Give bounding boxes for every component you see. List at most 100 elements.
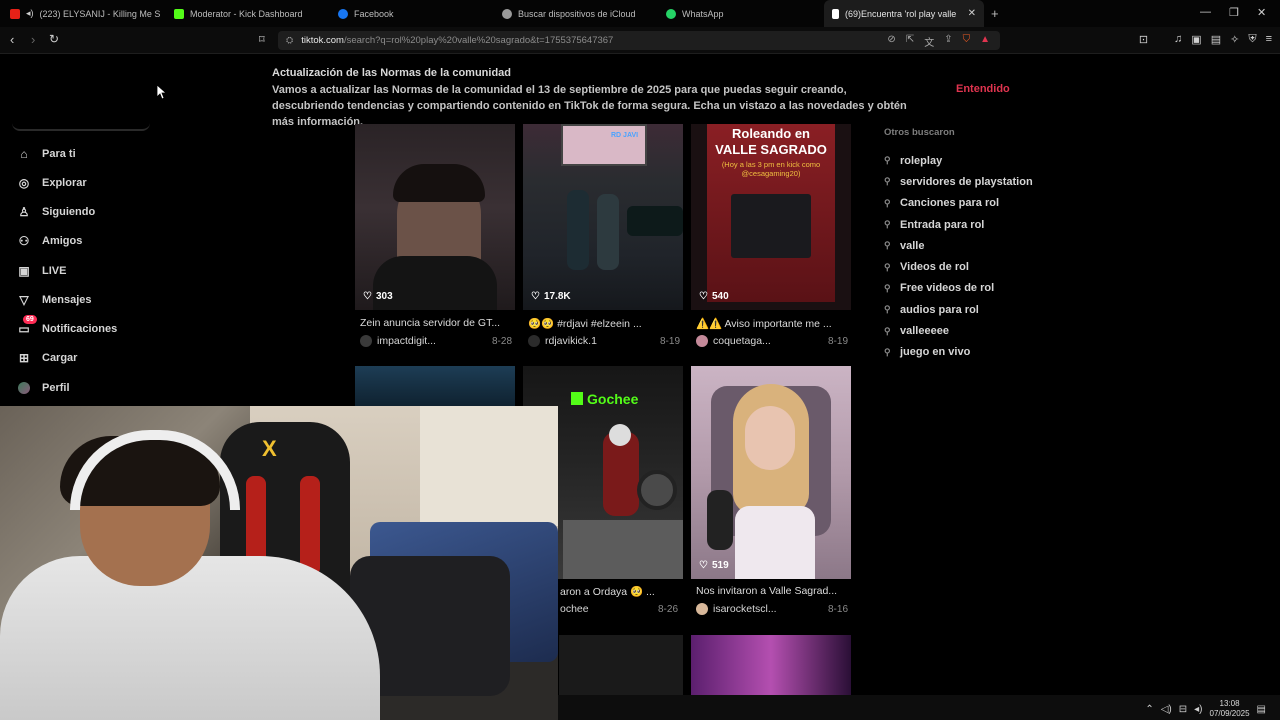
sidebar-item-explorar[interactable]: ◎ Explorar	[16, 175, 87, 191]
taskbar-clock[interactable]: 13:08 07/09/2025	[1210, 699, 1250, 719]
maximize-icon[interactable]: ❐	[1229, 6, 1239, 19]
author-name[interactable]: ochee	[560, 603, 589, 615]
open-external-icon[interactable]: ⇱	[906, 34, 914, 49]
video-title[interactable]: Zein anuncia servidor de GT...	[360, 317, 510, 329]
sidebar-item-cargar[interactable]: ⊞ Cargar	[16, 350, 78, 366]
sidebar-item-live[interactable]: ▣ LIVE	[16, 263, 66, 279]
video-thumbnail[interactable]: ♡ 303	[355, 124, 515, 310]
sidebar-item-mensajes[interactable]: ▽ Mensajes	[16, 292, 91, 308]
notifications-center-icon[interactable]: ▤	[1257, 704, 1266, 715]
suggestion-item[interactable]: ⚲ valle	[884, 235, 1033, 256]
site-info-icon[interactable]: ⛭	[286, 35, 293, 46]
video-card[interactable]: ♡ 519 Nos invitaron a Valle Sagrad... isa…	[691, 366, 851, 622]
bookmark-icon[interactable]: ⌑	[259, 33, 265, 46]
author-name[interactable]: impactdigit...	[377, 335, 436, 347]
kick-icon	[174, 8, 184, 19]
sidebar-search-input[interactable]	[12, 115, 150, 131]
suggestion-item[interactable]: ⚲ Entrada para rol	[884, 214, 1033, 235]
close-tab-icon[interactable]: ✕	[968, 8, 984, 19]
avatar[interactable]	[528, 335, 540, 347]
video-thumbnail[interactable]: RD JAVI ♡ 17.8K	[523, 124, 683, 310]
ground	[563, 520, 683, 579]
tab-kick-dashboard[interactable]: Moderator - Kick Dashboard	[174, 0, 324, 27]
media-icon[interactable]: ♫	[1174, 33, 1182, 46]
video-card[interactable]: RD JAVI ♡ 17.8K 🥺🥺 #rdjavi #elzeein ... r…	[523, 124, 683, 350]
author-name[interactable]: isarocketscl...	[713, 603, 777, 615]
screenshot-icon[interactable]: ⊡	[1139, 33, 1148, 46]
video-title[interactable]: Nos invitaron a Valle Sagrad...	[696, 585, 846, 597]
tray-expand-icon[interactable]: ⌃	[1145, 704, 1153, 715]
tab-label: Moderator - Kick Dashboard	[190, 8, 303, 19]
suggestion-label: Videos de rol	[900, 261, 969, 274]
suggestion-item[interactable]: ⚲ servidores de playstation	[884, 171, 1033, 192]
brave-shield-icon[interactable]: ⛉	[963, 34, 971, 49]
back-icon[interactable]: ‹	[10, 32, 14, 47]
tab-icloud[interactable]: Buscar dispositivos de iCloud	[502, 0, 652, 27]
new-tab-icon[interactable]: +	[991, 6, 999, 21]
share-icon[interactable]: ⇪	[944, 34, 952, 49]
network-icon[interactable]: ⊟	[1179, 704, 1187, 715]
suggestion-item[interactable]: ⚲ Canciones para rol	[884, 193, 1033, 214]
video-thumbnail[interactable]	[559, 635, 683, 695]
video-title[interactable]: aron a Ordaya 🥺 ...	[560, 585, 683, 598]
avatar[interactable]	[696, 335, 708, 347]
volume-icon[interactable]: ◂)	[1194, 704, 1202, 715]
video-card[interactable]	[691, 635, 851, 695]
video-thumbnail[interactable]: ♡ 519	[691, 366, 851, 579]
minimize-icon[interactable]: —	[1200, 6, 1211, 18]
home-icon: ⌂	[20, 147, 28, 161]
suggestion-item[interactable]: ⚲ valleeeee	[884, 320, 1033, 341]
suggestion-item[interactable]: ⚲ Videos de rol	[884, 256, 1033, 277]
menu-icon[interactable]: ≡	[1266, 33, 1272, 46]
video-card[interactable]: Roleando en VALLE SAGRADO (Hoy a las 3 p…	[691, 124, 851, 350]
video-thumbnail[interactable]	[691, 635, 851, 695]
video-title[interactable]: 🥺🥺 #rdjavi #elzeein ...	[528, 317, 678, 330]
sidebar-item-siguiendo[interactable]: ♙ Siguiendo	[16, 204, 96, 220]
video-thumbnail[interactable]: Roleando en VALLE SAGRADO (Hoy a las 3 p…	[691, 124, 851, 310]
upload-icon: ⊞	[18, 351, 30, 365]
wallet-icon[interactable]: ▤	[1211, 33, 1221, 46]
suggestion-label: roleplay	[900, 154, 943, 167]
post-date: 8-19	[827, 335, 848, 347]
suggestion-item[interactable]: ⚲ audios para rol	[884, 299, 1033, 320]
tab-youtube[interactable]: ◂) (223) ELYSANIJ - Killing Me Softly	[10, 0, 160, 27]
tiktok-icon	[832, 8, 839, 19]
tab-tiktok-active[interactable]: (69)Encuentra 'rol play valle sagrado' ✕	[824, 0, 984, 27]
no-tracking-icon[interactable]: ⊘	[887, 34, 895, 49]
entendido-button[interactable]: Entendido	[956, 83, 1010, 95]
avatar[interactable]	[360, 335, 372, 347]
notifications-icon: ▭ 69	[16, 315, 37, 337]
suggestion-item[interactable]: ⚲ juego en vivo	[884, 342, 1033, 363]
suggestion-item[interactable]: ⚲ roleplay	[884, 150, 1033, 171]
vpn-icon[interactable]: ⛨	[1248, 33, 1256, 46]
sidebar-item-para-ti[interactable]: ⌂ Para ti	[16, 146, 75, 162]
tab-facebook[interactable]: Facebook	[338, 0, 488, 27]
forward-icon[interactable]: ›	[31, 32, 35, 47]
translate-icon[interactable]: 文	[924, 34, 934, 49]
leo-ai-icon[interactable]: ✧	[1230, 33, 1239, 46]
video-card[interactable]	[355, 366, 515, 406]
suggestion-label: juego en vivo	[900, 346, 971, 359]
address-bar[interactable]: ⛭ tiktok.com /search?q=rol%20play%20vall…	[278, 31, 1000, 50]
author-name[interactable]: rdjavikick.1	[545, 335, 597, 347]
brave-rewards-icon[interactable]: ▲	[980, 34, 990, 49]
avatar[interactable]	[696, 603, 708, 615]
reload-icon[interactable]: ↻	[49, 32, 59, 46]
video-card[interactable]: ♡ 303 Zein anuncia servidor de GT... impa…	[355, 124, 515, 350]
tab-whatsapp[interactable]: WhatsApp	[666, 0, 816, 27]
speaker-icon[interactable]: ◁)	[1161, 704, 1172, 715]
others-searched-title: Otros buscaron	[884, 127, 955, 138]
sidebar-item-notificaciones[interactable]: ▭ 69 Notificaciones	[16, 315, 117, 337]
clock-date: 07/09/2025	[1209, 709, 1250, 718]
author-name[interactable]: coquetaga...	[713, 335, 771, 347]
video-thumbnail[interactable]	[355, 366, 515, 406]
sidebar-icon[interactable]: ▣	[1191, 33, 1201, 46]
close-window-icon[interactable]: ✕	[1257, 6, 1266, 19]
video-card[interactable]	[559, 635, 683, 695]
video-title[interactable]: ⚠️⚠️ Aviso importante me ...	[696, 317, 846, 330]
sidebar-item-amigos[interactable]: ⚇ Amigos	[16, 233, 83, 249]
suggestion-item[interactable]: ⚲ Free videos de rol	[884, 278, 1033, 299]
sidebar-item-perfil[interactable]: Perfil	[16, 380, 70, 396]
character-figure	[597, 194, 619, 270]
